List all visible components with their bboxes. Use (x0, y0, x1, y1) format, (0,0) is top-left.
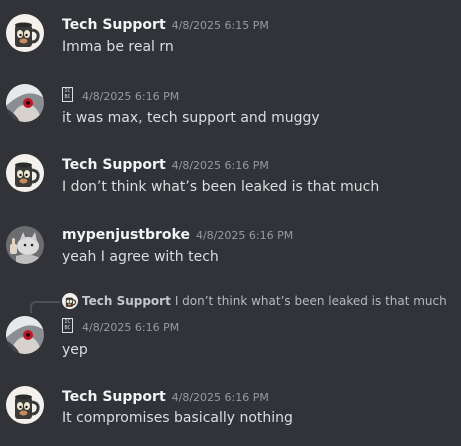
message-header: mypenjustbroke 4/8/2025 6:16 PM (62, 225, 293, 243)
username[interactable]: Tech Support (62, 157, 166, 173)
tech-support-avatar[interactable] (6, 14, 44, 52)
username[interactable]: mypenjustbroke (62, 227, 190, 243)
reply-connector (30, 301, 60, 313)
timestamp: 4/8/2025 6:16 PM (195, 229, 294, 242)
tag-icon: IC BC (62, 318, 73, 333)
reply-content: I don’t think what’s been leaked is that… (174, 294, 447, 308)
message-content: yeah I agree with tech (62, 249, 219, 265)
message-content: I don’t think what’s been leaked is that… (62, 179, 380, 195)
anime-avatar[interactable] (6, 316, 44, 354)
timestamp: 4/8/2025 6:16 PM (171, 159, 269, 172)
username[interactable]: Tech Support (62, 17, 166, 33)
message-header: Tech Support 4/8/2025 6:15 PM (62, 15, 269, 33)
message-header: Tech Support 4/8/2025 6:16 PM (62, 155, 269, 173)
anime-avatar[interactable] (6, 84, 44, 122)
message-content: yep (62, 342, 88, 358)
timestamp: 4/8/2025 6:16 PM (82, 90, 180, 103)
cat-avatar[interactable] (6, 226, 44, 264)
message-content: Imma be real rn (62, 39, 174, 55)
tech-support-avatar-small (62, 293, 78, 309)
timestamp: 4/8/2025 6:16 PM (171, 391, 269, 404)
message-header: IC BC 4/8/2025 6:16 PM (62, 317, 179, 335)
tech-support-avatar[interactable] (6, 386, 44, 424)
username[interactable]: Tech Support (62, 389, 166, 405)
message-content: It compromises basically nothing (62, 410, 293, 426)
message-header: Tech Support 4/8/2025 6:16 PM (62, 387, 269, 405)
message-content: it was max, tech support and muggy (62, 110, 320, 126)
tag-icon: IC BC (62, 87, 73, 102)
timestamp: 4/8/2025 6:15 PM (171, 19, 269, 32)
reply-reference[interactable]: Tech Support I don’t think what’s been le… (62, 293, 447, 309)
reply-username[interactable]: Tech Support (82, 294, 171, 308)
message-header: IC BC 4/8/2025 6:16 PM (62, 86, 179, 104)
timestamp: 4/8/2025 6:16 PM (82, 321, 180, 334)
tech-support-avatar[interactable] (6, 154, 44, 192)
